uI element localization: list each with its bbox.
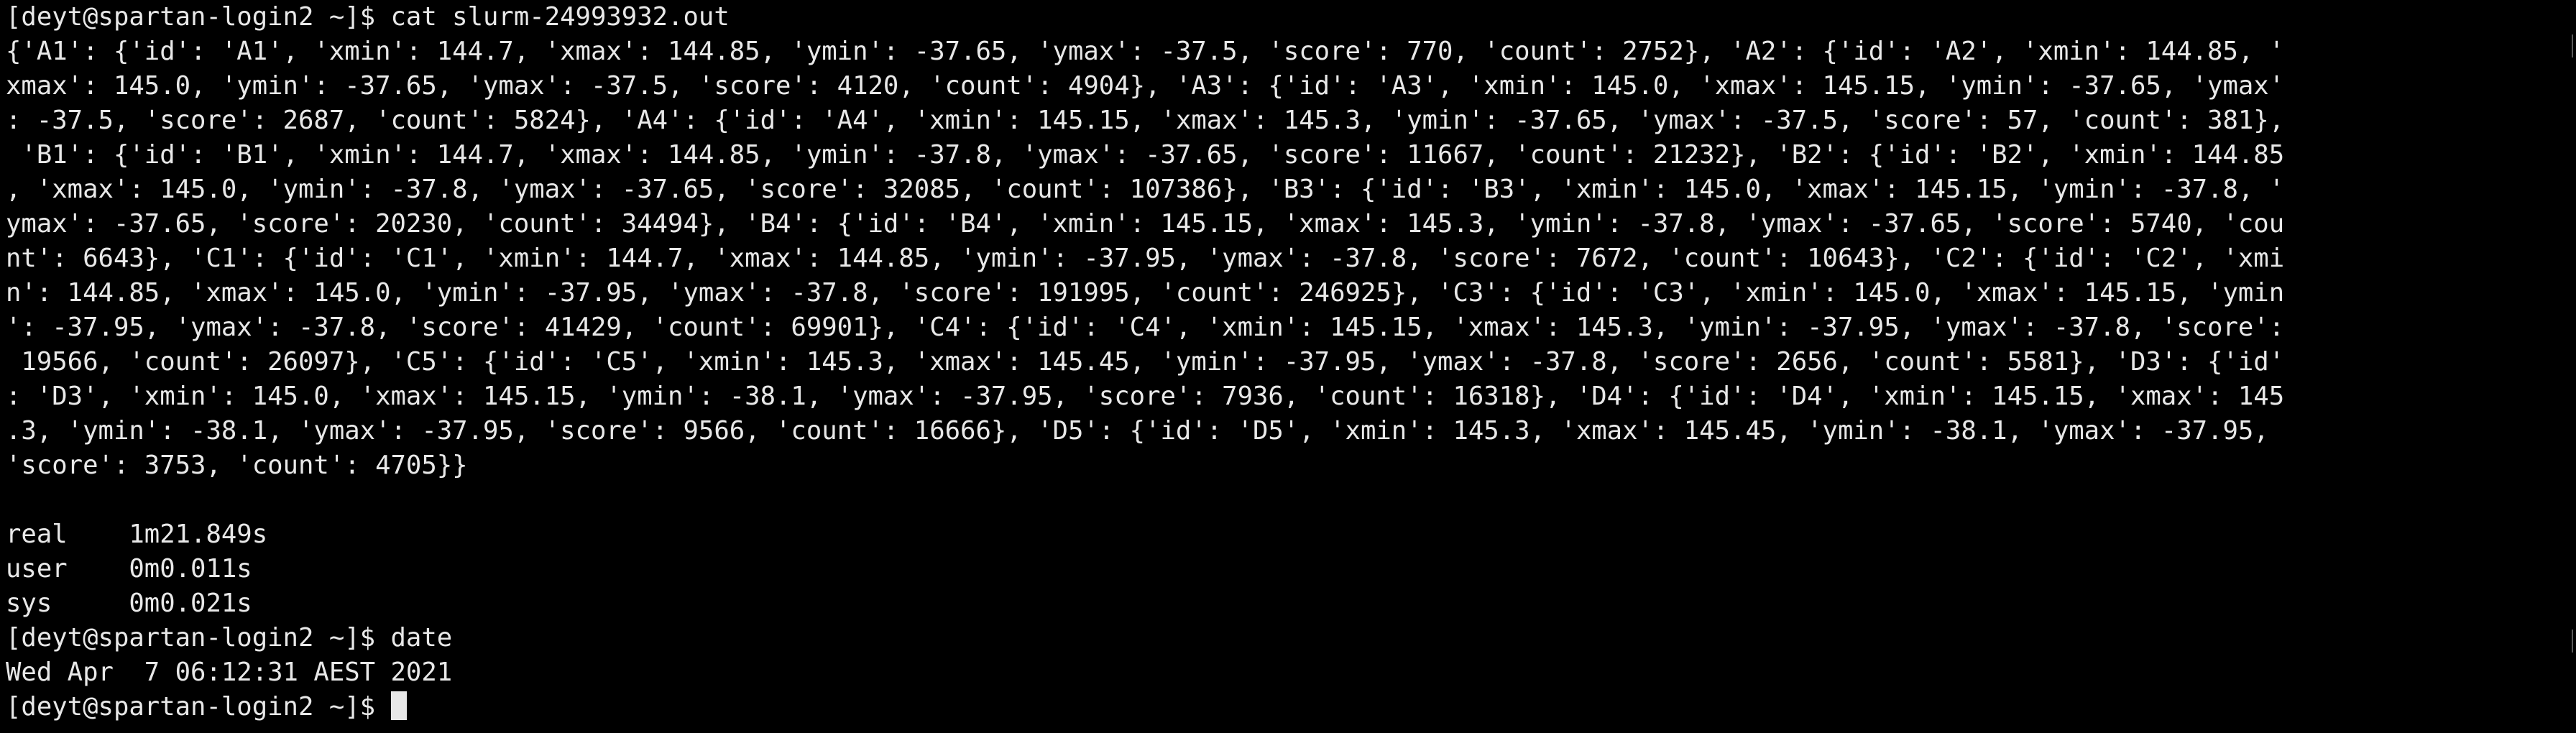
terminal-prompt-line[interactable]: [deyt@spartan-login2 ~]$ [6,690,2576,724]
timing-sys-line: sys 0m0.021s [6,589,252,618]
terminal-output-line: .3, 'ymin': -38.1, 'ymax': -37.95, 'scor… [6,416,2269,446]
timing-user-line: user 0m0.011s [6,554,252,584]
terminal-output-line: , 'xmax': 145.0, 'ymin': -37.8, 'ymax': … [6,175,2285,204]
line-wrap-marker [2572,34,2573,57]
line-wrap-marker [2572,630,2573,653]
timing-real-line: real 1m21.849s [6,520,268,549]
terminal-output-line: nt': 6643}, 'C1': {'id': 'C1', 'xmin': 1… [6,244,2285,273]
terminal-output-line: {'A1': {'id': 'A1', 'xmin': 144.7, 'xmax… [6,37,2285,66]
terminal-window[interactable]: [deyt@spartan-login2 ~]$ cat slurm-24993… [0,0,2576,733]
terminal-line-command: [deyt@spartan-login2 ~]$ cat slurm-24993… [6,2,730,32]
terminal-output-line: : 'D3', 'xmin': 145.0, 'xmax': 145.15, '… [6,382,2285,411]
shell-prompt: [deyt@spartan-login2 ~]$ [6,692,391,722]
date-output-line: Wed Apr 7 06:12:31 AEST 2021 [6,658,453,687]
terminal-output-line: xmax': 145.0, 'ymin': -37.65, 'ymax': -3… [6,71,2285,101]
terminal-output-line: 'B1': {'id': 'B1', 'xmin': 144.7, 'xmax'… [6,140,2285,170]
terminal-output-line: ': -37.95, 'ymax': -37.8, 'score': 41429… [6,313,2285,342]
terminal-output-line: 'score': 3753, 'count': 4705}} [6,451,468,480]
terminal-output-line: n': 144.85, 'xmax': 145.0, 'ymin': -37.9… [6,278,2285,308]
terminal-output-line: ymax': -37.65, 'score': 20230, 'count': … [6,209,2285,239]
terminal-output-line: 19566, 'count': 26097}, 'C5': {'id': 'C5… [6,347,2285,377]
text-cursor [390,691,407,720]
terminal-output-line: : -37.5, 'score': 2687, 'count': 5824}, … [6,106,2285,135]
terminal-line-command: [deyt@spartan-login2 ~]$ date [6,623,453,653]
